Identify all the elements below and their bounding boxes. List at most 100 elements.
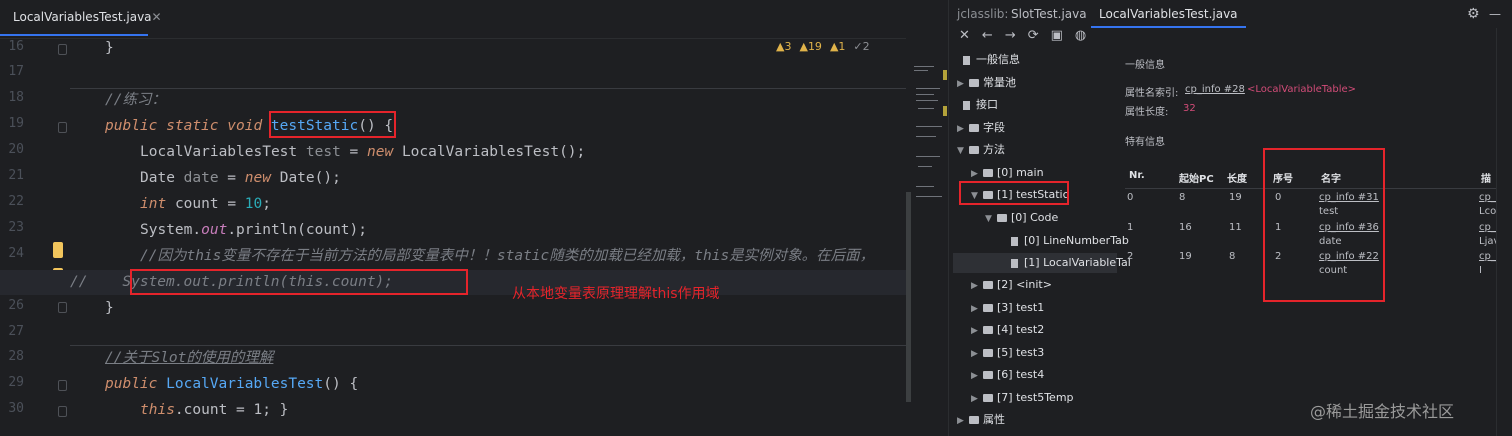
table-header: 起始PC	[1179, 174, 1214, 185]
tree-node[interactable]: ▶ [2] <init>	[971, 275, 1052, 295]
refresh-icon[interactable]: ⟳	[1028, 28, 1039, 46]
code-editor[interactable]: LocalVariablesTest.java ✕ ▲3 ▲19 ▲1 ✓2 1…	[0, 0, 976, 436]
tree-node-selected[interactable]: [1] LocalVariableTal	[953, 253, 1131, 273]
tree-node[interactable]: ▶ [6] test4	[971, 365, 1044, 385]
expand-arrow-icon[interactable]: ▶	[971, 389, 981, 409]
code-line-21: Date date = new Date();	[0, 166, 1046, 191]
minimap-marker	[943, 70, 947, 80]
code-comment: //练习：	[105, 92, 166, 108]
code-field: out	[201, 222, 228, 238]
class-tree[interactable]: 一般信息 ▶ 常量池 接口 ▶ 字段 ▼ 方法 ▶ [0] main ▼ [1] test…	[949, 46, 1131, 436]
gear-icon[interactable]: ⚙	[1467, 0, 1480, 28]
code-comment: //因为this变量不存在于当前方法的局部变量表中！！static随类的加载已经…	[140, 248, 875, 264]
attr-length-value: 32	[1183, 103, 1196, 114]
tree-node[interactable]: ▶ 属性	[957, 410, 1005, 430]
folder-icon	[969, 124, 979, 132]
tree-node[interactable]: ▼ [0] Code	[985, 208, 1058, 228]
folder-icon	[983, 371, 993, 379]
save-icon[interactable]: ▣	[1051, 28, 1063, 46]
code-keyword: static	[166, 118, 219, 134]
minimap-line	[916, 94, 934, 95]
tree-node[interactable]: 接口	[961, 95, 998, 115]
attr-length-label: 属性长度:	[1125, 107, 1169, 118]
code-keyword: int	[140, 196, 167, 212]
minimap[interactable]	[906, 36, 948, 436]
code-token: .count = 1; }	[174, 402, 289, 418]
code-variable: count	[174, 196, 219, 212]
annotation-text: 从本地变量表原理理解this作用域	[512, 286, 720, 302]
table-header: Nr.	[1129, 170, 1145, 181]
file-icon	[963, 55, 970, 65]
tree-node[interactable]: ▶ 常量池	[957, 73, 1016, 93]
back-arrow-icon[interactable]: ←	[982, 28, 993, 46]
tree-node[interactable]: ▼ 方法	[957, 140, 1005, 160]
expand-arrow-icon[interactable]: ▶	[971, 321, 981, 341]
table-cell: 19	[1229, 192, 1242, 203]
editor-tab-title: LocalVariablesTest.java	[13, 10, 152, 24]
expand-arrow-icon[interactable]: ▶	[957, 411, 967, 431]
close-icon[interactable]: ✕	[152, 10, 162, 24]
collapse-arrow-icon[interactable]: ▼	[957, 141, 967, 161]
forward-arrow-icon[interactable]: →	[1005, 28, 1016, 46]
collapse-arrow-icon[interactable]: ▼	[985, 209, 995, 229]
tab-slottest[interactable]: SlotTest.java	[1011, 0, 1087, 28]
tree-node[interactable]: ▶ [5] test3	[971, 343, 1044, 363]
code-token: .println(count);	[227, 222, 367, 238]
minimap-marker	[943, 106, 947, 116]
expand-arrow-icon[interactable]: ▶	[971, 276, 981, 296]
expand-arrow-icon[interactable]: ▶	[971, 344, 981, 364]
expand-arrow-icon[interactable]: ▶	[971, 366, 981, 386]
attr-name-index-value: <LocalVariableTable>	[1247, 84, 1357, 95]
tab-localvariablestest[interactable]: LocalVariablesTest.java	[1091, 0, 1246, 28]
folder-icon	[983, 304, 993, 312]
tree-node[interactable]: ▶ [3] test1	[971, 298, 1044, 318]
code-line-19: public static void testStatic() {	[0, 114, 1011, 139]
folder-icon	[969, 79, 979, 87]
file-icon	[1011, 258, 1018, 268]
highlight-box-teststatic	[959, 181, 1069, 205]
tree-node[interactable]: ▶ 字段	[957, 118, 1005, 138]
line-number: 27	[8, 324, 24, 339]
code-type: LocalVariablesTest	[401, 144, 560, 160]
section-specific-info: 特有信息	[1125, 137, 1165, 148]
code-line-29: public LocalVariablesTest() {	[0, 372, 1011, 397]
minimap-line	[916, 136, 936, 137]
panel-toolbar: ✕ ← → ⟳ ▣ ◍	[949, 28, 1512, 46]
table-cell: 16	[1179, 222, 1192, 233]
web-icon[interactable]: ◍	[1075, 28, 1086, 46]
tree-node-label: [4] test2	[997, 323, 1045, 336]
table-header: 长度	[1227, 174, 1247, 185]
tree-node[interactable]: ▶ [4] test2	[971, 320, 1044, 340]
expand-arrow-icon[interactable]: ▶	[971, 299, 981, 319]
line-number: 17	[8, 64, 24, 79]
tree-node[interactable]: [0] LineNumberTab	[1009, 231, 1129, 251]
expand-arrow-icon[interactable]: ▶	[957, 74, 967, 94]
jclasslib-panel: jclasslib: SlotTest.java LocalVariablesT…	[948, 0, 1512, 436]
code-line-26: }	[0, 296, 1011, 321]
code-method-name: LocalVariablesTest	[166, 376, 324, 392]
minimap-line	[916, 126, 942, 127]
close-icon[interactable]: ✕	[959, 28, 970, 46]
expand-arrow-icon[interactable]: ▶	[957, 119, 967, 139]
panel-label: jclasslib:	[957, 7, 1009, 21]
minimap-line	[916, 186, 934, 187]
code-token: ;	[262, 196, 271, 212]
code-type: Date	[279, 170, 315, 186]
code-token: () {	[323, 376, 359, 392]
code-variable: date	[183, 170, 219, 186]
minimap-line	[916, 196, 942, 197]
tree-node-label: 常量池	[983, 76, 1016, 89]
code-type: LocalVariablesTest	[140, 144, 298, 160]
editor-tab[interactable]: LocalVariablesTest.java ✕	[0, 0, 162, 36]
tree-node-label: 属性	[983, 413, 1005, 426]
table-cell: I	[1479, 265, 1482, 276]
editor-scrollbar[interactable]	[906, 192, 911, 402]
tree-node[interactable]: ▶ [7] test5Temp	[971, 388, 1074, 408]
code-keyword: this	[140, 402, 175, 418]
code-comment-prefix: //	[70, 274, 88, 290]
minimize-icon[interactable]: —	[1489, 0, 1501, 28]
tree-node-label: [5] test3	[997, 346, 1045, 359]
tree-node[interactable]: ▶ [0] main	[971, 163, 1044, 183]
tree-node[interactable]: 一般信息	[961, 50, 1020, 70]
attr-name-index-link[interactable]: cp_info #28	[1185, 84, 1245, 95]
